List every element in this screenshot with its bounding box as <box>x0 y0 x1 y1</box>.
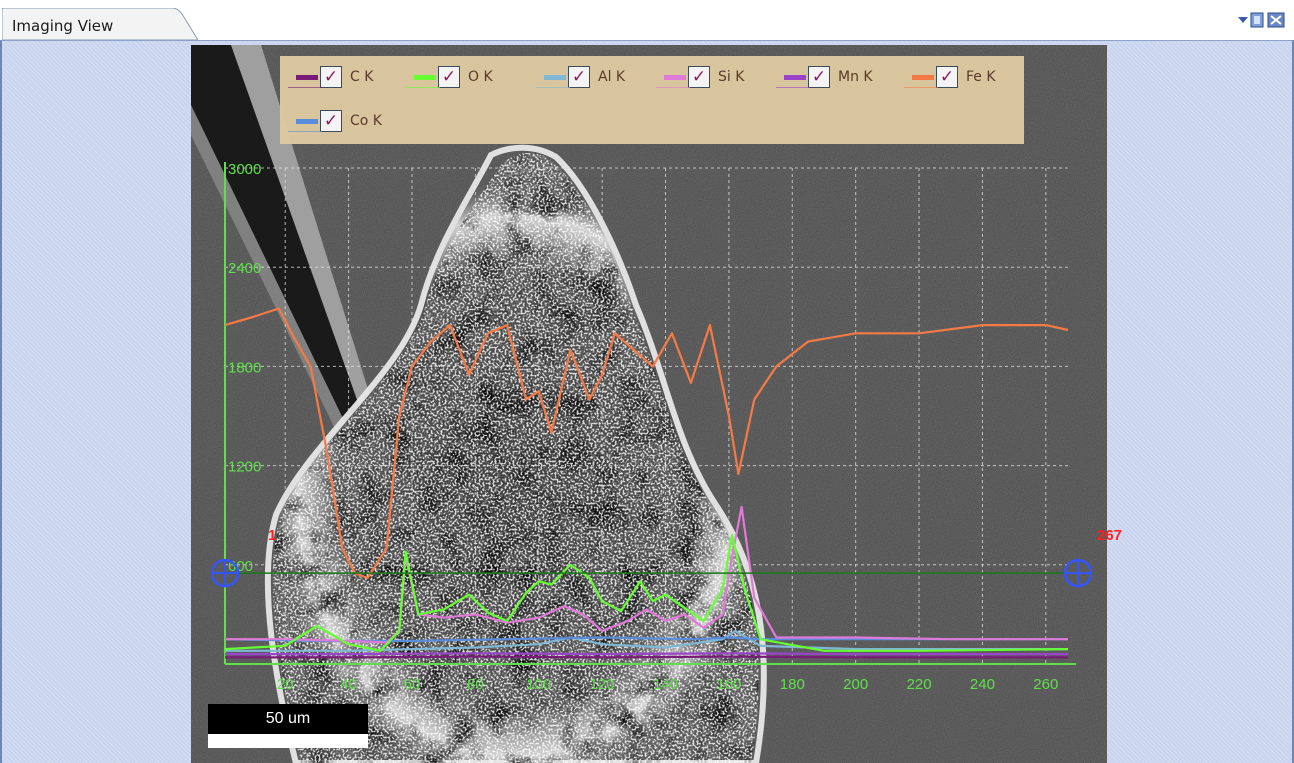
start-marker-label: 1 <box>268 527 276 544</box>
linescan-line[interactable] <box>210 558 1093 588</box>
scale-bar-label: 50 um <box>208 704 368 734</box>
chart-tick-labels: 20 40 60 80 100 120 140 160 180 200 220 240 26060012… <box>228 161 1058 693</box>
series-line-fe-k <box>224 307 1069 580</box>
series-line-c-k <box>225 655 1068 659</box>
scale-bar-line <box>208 734 368 748</box>
x-tick-label: 200 <box>843 676 868 693</box>
x-tick-label: 140 <box>653 676 678 693</box>
x-tick-label: 20 <box>277 676 294 693</box>
x-tick-label: 40 <box>340 676 357 693</box>
x-tick-label: 220 <box>907 676 932 693</box>
x-tick-label: 100 <box>526 676 551 693</box>
y-tick-label: 1200 <box>228 459 261 476</box>
series-line-mn-k <box>225 652 1068 656</box>
end-marker-label: 267 <box>1097 527 1122 544</box>
chart-axes <box>224 162 1076 665</box>
x-tick-label: 60 <box>404 676 421 693</box>
y-tick-label: 3000 <box>228 161 261 178</box>
y-tick-label: 2400 <box>228 260 261 277</box>
y-tick-label: 1800 <box>228 359 261 376</box>
x-tick-label: 260 <box>1033 676 1058 693</box>
x-tick-label: 120 <box>590 676 615 693</box>
scale-bar: 50 um <box>208 704 368 748</box>
series-line-o-k <box>224 533 1069 652</box>
x-tick-label: 160 <box>716 676 741 693</box>
series-line-si-k <box>225 505 1068 644</box>
x-tick-label: 240 <box>970 676 995 693</box>
x-tick-label: 180 <box>780 676 805 693</box>
x-tick-label: 80 <box>467 676 484 693</box>
chart-series <box>224 307 1069 659</box>
linescan-chart: 20 40 60 80 100 120 140 160 180 200 220 240 26060012… <box>210 161 1122 693</box>
